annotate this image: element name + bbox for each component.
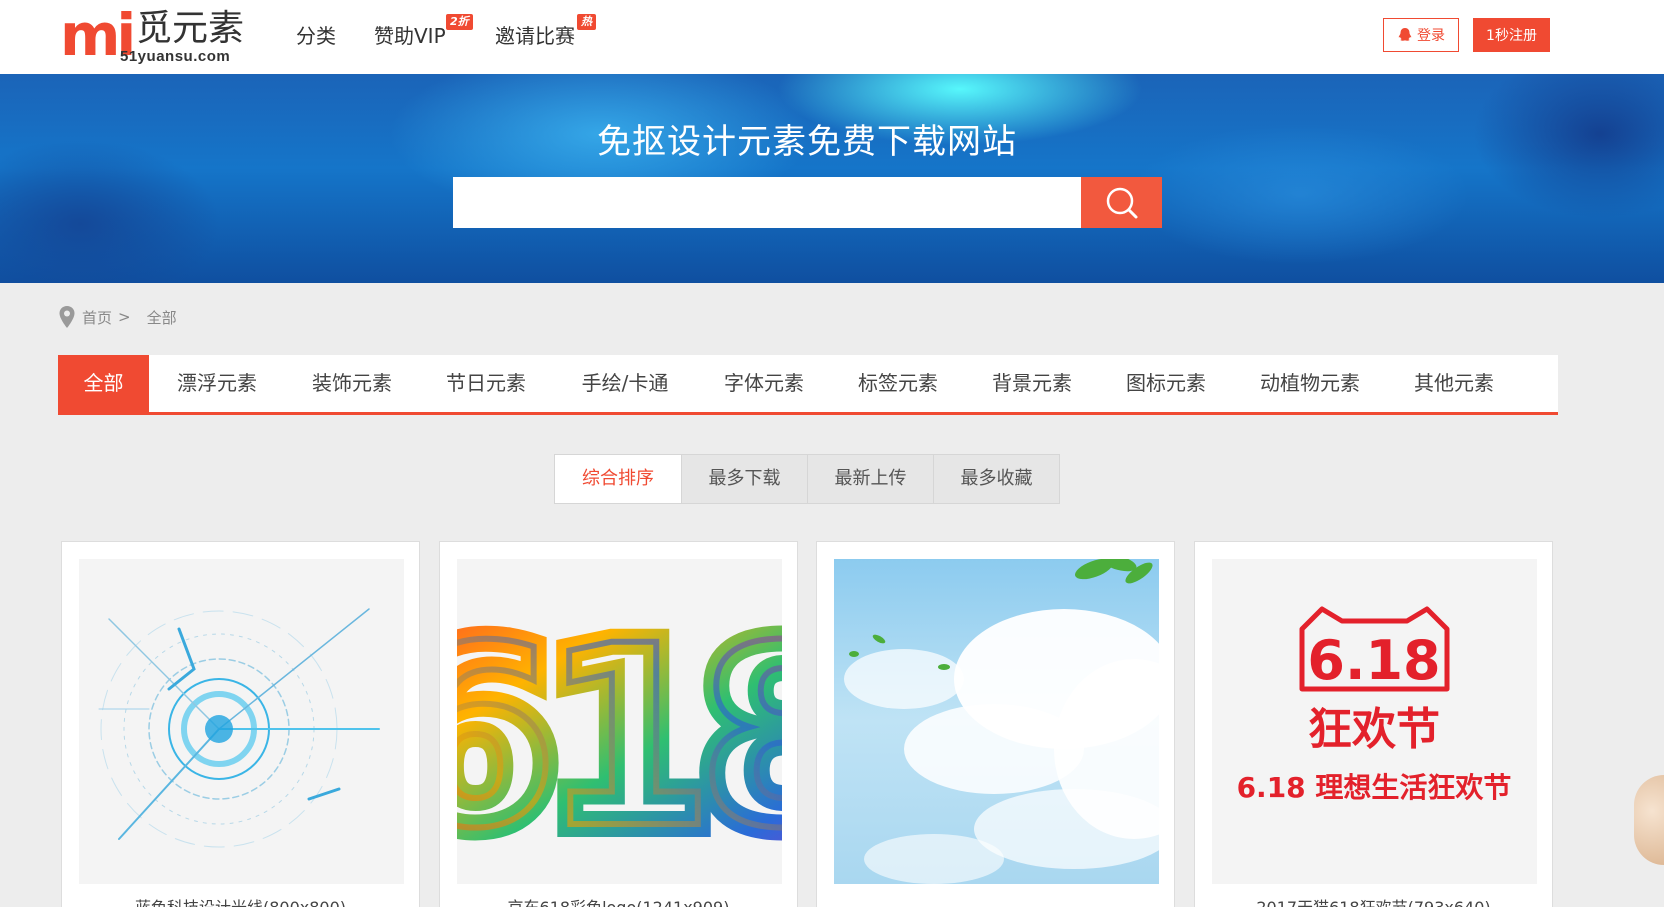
category-tabs: 全部 漂浮元素 装饰元素 节日元素 手绘/卡通 字体元素 标签元素 背景元素 图… bbox=[58, 355, 1558, 415]
category-tab-other[interactable]: 其他元素 bbox=[1387, 355, 1521, 412]
logo-domain: 51yuansu.com bbox=[120, 48, 231, 65]
card-title: 京东618彩色logo(1241x909) bbox=[440, 894, 797, 907]
element-card[interactable] bbox=[816, 541, 1175, 907]
tmall-618-festival-image: 6.18 狂欢节 6.18 理想生活狂欢节 bbox=[1237, 606, 1512, 804]
search-button[interactable] bbox=[1081, 177, 1162, 228]
search-input[interactable] bbox=[453, 177, 1081, 228]
tech-circle-image bbox=[98, 608, 380, 848]
nav-vip[interactable]: 赞助VIP 2折 bbox=[374, 14, 473, 49]
breadcrumb-current: 全部 bbox=[146, 308, 177, 327]
login-label: 登录 bbox=[1417, 28, 1445, 44]
site-header: mi 觅元素 51yuansu.com 分类 赞助VIP 2折 邀请比赛 热 登… bbox=[0, 0, 1664, 74]
category-tab-cartoon[interactable]: 手绘/卡通 bbox=[553, 355, 697, 412]
svg-text:618: 618 bbox=[457, 592, 782, 883]
search-icon bbox=[1106, 187, 1137, 218]
category-tab-all[interactable]: 全部 bbox=[58, 355, 149, 412]
card-thumbnail bbox=[79, 559, 404, 884]
sort-tab-favorites[interactable]: 最多收藏 bbox=[933, 455, 1059, 503]
card-title: 蓝色科技设计光线(800x800) bbox=[62, 894, 419, 907]
nav-vip-label: 赞助VIP bbox=[374, 24, 446, 48]
hot-badge: 热 bbox=[577, 14, 596, 30]
sort-tab-overall[interactable]: 综合排序 bbox=[555, 455, 681, 503]
floating-mascot-icon[interactable] bbox=[1634, 775, 1664, 865]
category-tab-label[interactable]: 标签元素 bbox=[831, 355, 965, 412]
category-tab-decoration[interactable]: 装饰元素 bbox=[285, 355, 419, 412]
card-title: 2017天猫618狂欢节(793x640) bbox=[1195, 894, 1552, 907]
category-tab-icon[interactable]: 图标元素 bbox=[1099, 355, 1233, 412]
breadcrumb: 首页 > 全部 bbox=[58, 305, 183, 329]
location-pin-icon bbox=[59, 306, 75, 328]
sky-cloud-image bbox=[844, 559, 1159, 884]
nav-contest-label: 邀请比赛 bbox=[495, 24, 575, 48]
card-thumbnail bbox=[834, 559, 1159, 884]
logo-name: 觅元素 bbox=[136, 8, 245, 49]
element-card[interactable]: 蓝色科技设计光线(800x800) bbox=[61, 541, 420, 907]
site-logo[interactable]: mi 觅元素 51yuansu.com bbox=[60, 4, 250, 66]
nav-category-label: 分类 bbox=[296, 24, 336, 48]
register-label: 1秒注册 bbox=[1486, 28, 1537, 44]
nav-category[interactable]: 分类 bbox=[296, 20, 336, 49]
register-button[interactable]: 1秒注册 bbox=[1473, 18, 1550, 52]
category-tab-font[interactable]: 字体元素 bbox=[697, 355, 831, 412]
banner-title: 免抠设计元素免费下载网站 bbox=[597, 122, 1017, 162]
category-tab-floating[interactable]: 漂浮元素 bbox=[149, 355, 285, 412]
sort-tabs: 综合排序 最多下载 最新上传 最多收藏 bbox=[554, 454, 1060, 504]
category-tab-animal-plant[interactable]: 动植物元素 bbox=[1233, 355, 1387, 412]
breadcrumb-home[interactable]: 首页 bbox=[82, 307, 112, 328]
colorful-618-logo-image: 618 618 bbox=[457, 579, 782, 884]
sort-tab-newest[interactable]: 最新上传 bbox=[807, 455, 933, 503]
hero-banner: 免抠设计元素免费下载网站 bbox=[0, 74, 1664, 283]
sort-tab-downloads[interactable]: 最多下载 bbox=[681, 455, 807, 503]
element-card[interactable]: 618 618 京东618彩色logo(1241x909) bbox=[439, 541, 798, 907]
category-tab-background[interactable]: 背景元素 bbox=[965, 355, 1099, 412]
card-art-line2: 狂欢节 bbox=[1308, 704, 1440, 755]
category-tab-holiday[interactable]: 节日元素 bbox=[419, 355, 553, 412]
login-button[interactable]: 登录 bbox=[1383, 18, 1459, 52]
nav-contest[interactable]: 邀请比赛 热 bbox=[495, 14, 596, 49]
card-art-line1: 6.18 bbox=[1307, 629, 1440, 692]
card-thumbnail: 6.18 狂欢节 6.18 理想生活狂欢节 bbox=[1212, 559, 1537, 884]
element-card[interactable]: 6.18 狂欢节 6.18 理想生活狂欢节 2017天猫618狂欢节(793x6… bbox=[1194, 541, 1553, 907]
breadcrumb-separator: > bbox=[118, 308, 131, 326]
card-thumbnail: 618 618 bbox=[457, 559, 782, 884]
vip-discount-badge: 2折 bbox=[446, 14, 473, 30]
qq-penguin-icon bbox=[1398, 28, 1412, 41]
card-art-line3: 6.18 理想生活狂欢节 bbox=[1237, 771, 1512, 804]
